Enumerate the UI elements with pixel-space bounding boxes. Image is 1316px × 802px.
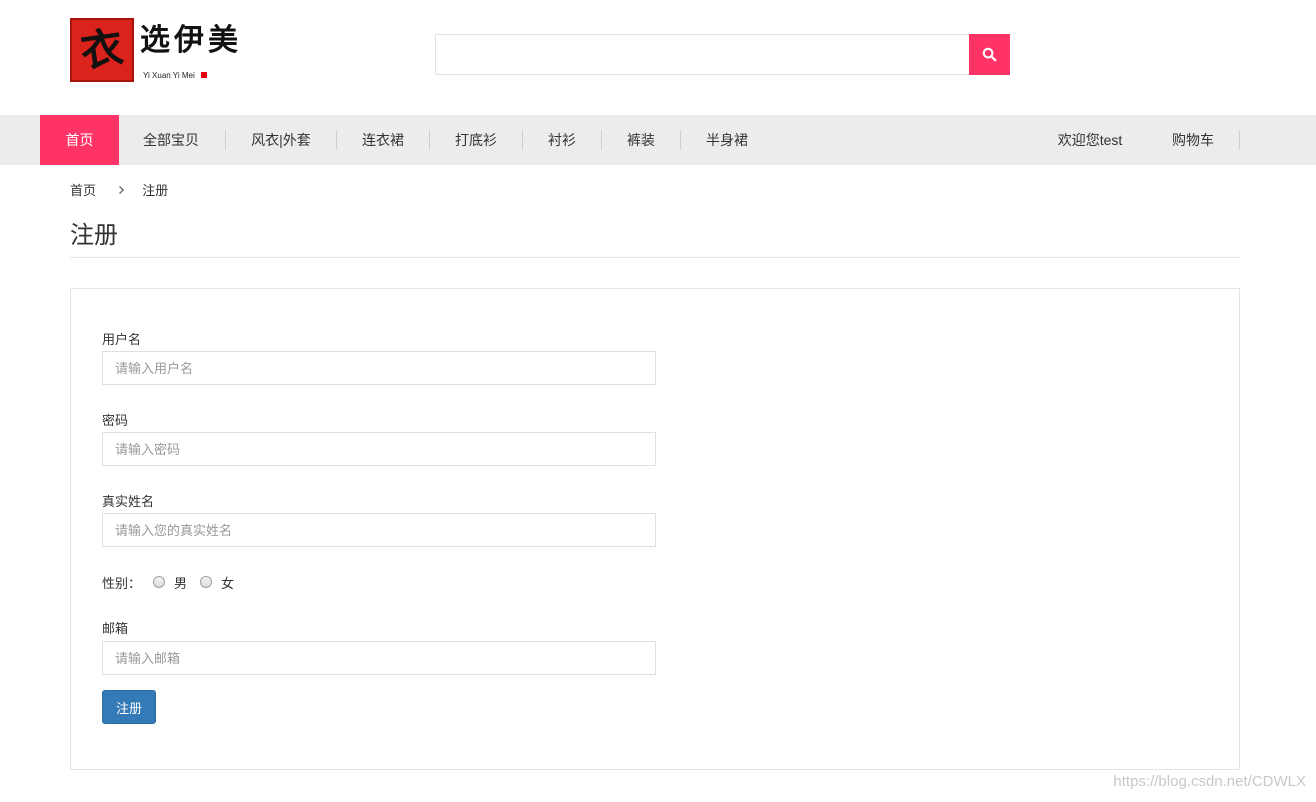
nav-divider	[336, 130, 337, 150]
breadcrumb-home-link[interactable]: 首页	[70, 183, 96, 198]
logo-subtext: Yi Xuan Yi Mei	[143, 71, 195, 80]
logo-text: 选伊美	[140, 23, 242, 58]
site-logo[interactable]: 衣 选伊美 Yi Xuan Yi Mei	[70, 18, 260, 84]
username-label: 用户名	[102, 332, 142, 347]
username-input[interactable]	[102, 351, 656, 385]
register-form-panel: 用户名 密码 真实姓名 性别： 男 女 邮箱 注册	[70, 288, 1240, 770]
search-button[interactable]	[969, 34, 1010, 75]
chevron-right-icon	[118, 181, 125, 201]
watermark: https://blog.csdn.net/CDWLX	[1113, 773, 1306, 790]
gender-group: 性别： 男 女	[102, 572, 234, 592]
breadcrumb: 首页 注册	[70, 181, 168, 201]
nav-divider	[225, 130, 226, 150]
page-title: 注册	[70, 222, 118, 249]
register-submit-button[interactable]: 注册	[102, 690, 156, 724]
gender-male-label: 男	[174, 575, 188, 591]
nav-item-base-shirts[interactable]: 打底衫	[436, 115, 516, 165]
nav-cart-link[interactable]: 购物车	[1156, 115, 1230, 165]
nav-divider	[1239, 130, 1240, 150]
logo-red-square	[201, 72, 207, 78]
nav-divider	[522, 130, 523, 150]
search-bar	[435, 34, 1010, 75]
gender-male-radio[interactable]	[153, 576, 166, 588]
search-input[interactable]	[435, 34, 969, 75]
main-nav: 首页 全部宝贝 风衣|外套 连衣裙 打底衫 衬衫 裤装 半身裙 欢迎您test …	[0, 115, 1316, 165]
gender-female-radio[interactable]	[200, 576, 213, 588]
nav-divider	[601, 130, 602, 150]
gender-label: 性别：	[102, 575, 142, 591]
nav-item-skirts[interactable]: 半身裙	[687, 115, 767, 165]
nav-item-pants[interactable]: 裤装	[608, 115, 674, 165]
nav-item-dresses[interactable]: 连衣裙	[343, 115, 423, 165]
password-label: 密码	[102, 413, 129, 428]
title-divider	[70, 257, 1240, 258]
realname-label: 真实姓名	[102, 494, 155, 509]
search-icon	[982, 47, 997, 62]
logo-badge-char: 衣	[77, 22, 127, 77]
breadcrumb-current: 注册	[142, 183, 169, 198]
nav-item-home[interactable]: 首页	[40, 115, 119, 165]
nav-divider	[429, 130, 430, 150]
realname-input[interactable]	[102, 513, 656, 547]
nav-welcome-user[interactable]: 欢迎您test	[1040, 115, 1140, 165]
gender-female-label: 女	[221, 575, 235, 591]
site-header: 衣 选伊美 Yi Xuan Yi Mei	[0, 0, 1316, 115]
nav-divider	[680, 130, 681, 150]
nav-item-coats[interactable]: 风衣|外套	[232, 115, 330, 165]
nav-item-all-products[interactable]: 全部宝贝	[125, 115, 217, 165]
email-label: 邮箱	[102, 621, 129, 636]
logo-badge: 衣	[70, 18, 134, 82]
email-input[interactable]	[102, 641, 656, 675]
password-input[interactable]	[102, 432, 656, 466]
nav-item-shirts[interactable]: 衬衫	[529, 115, 595, 165]
